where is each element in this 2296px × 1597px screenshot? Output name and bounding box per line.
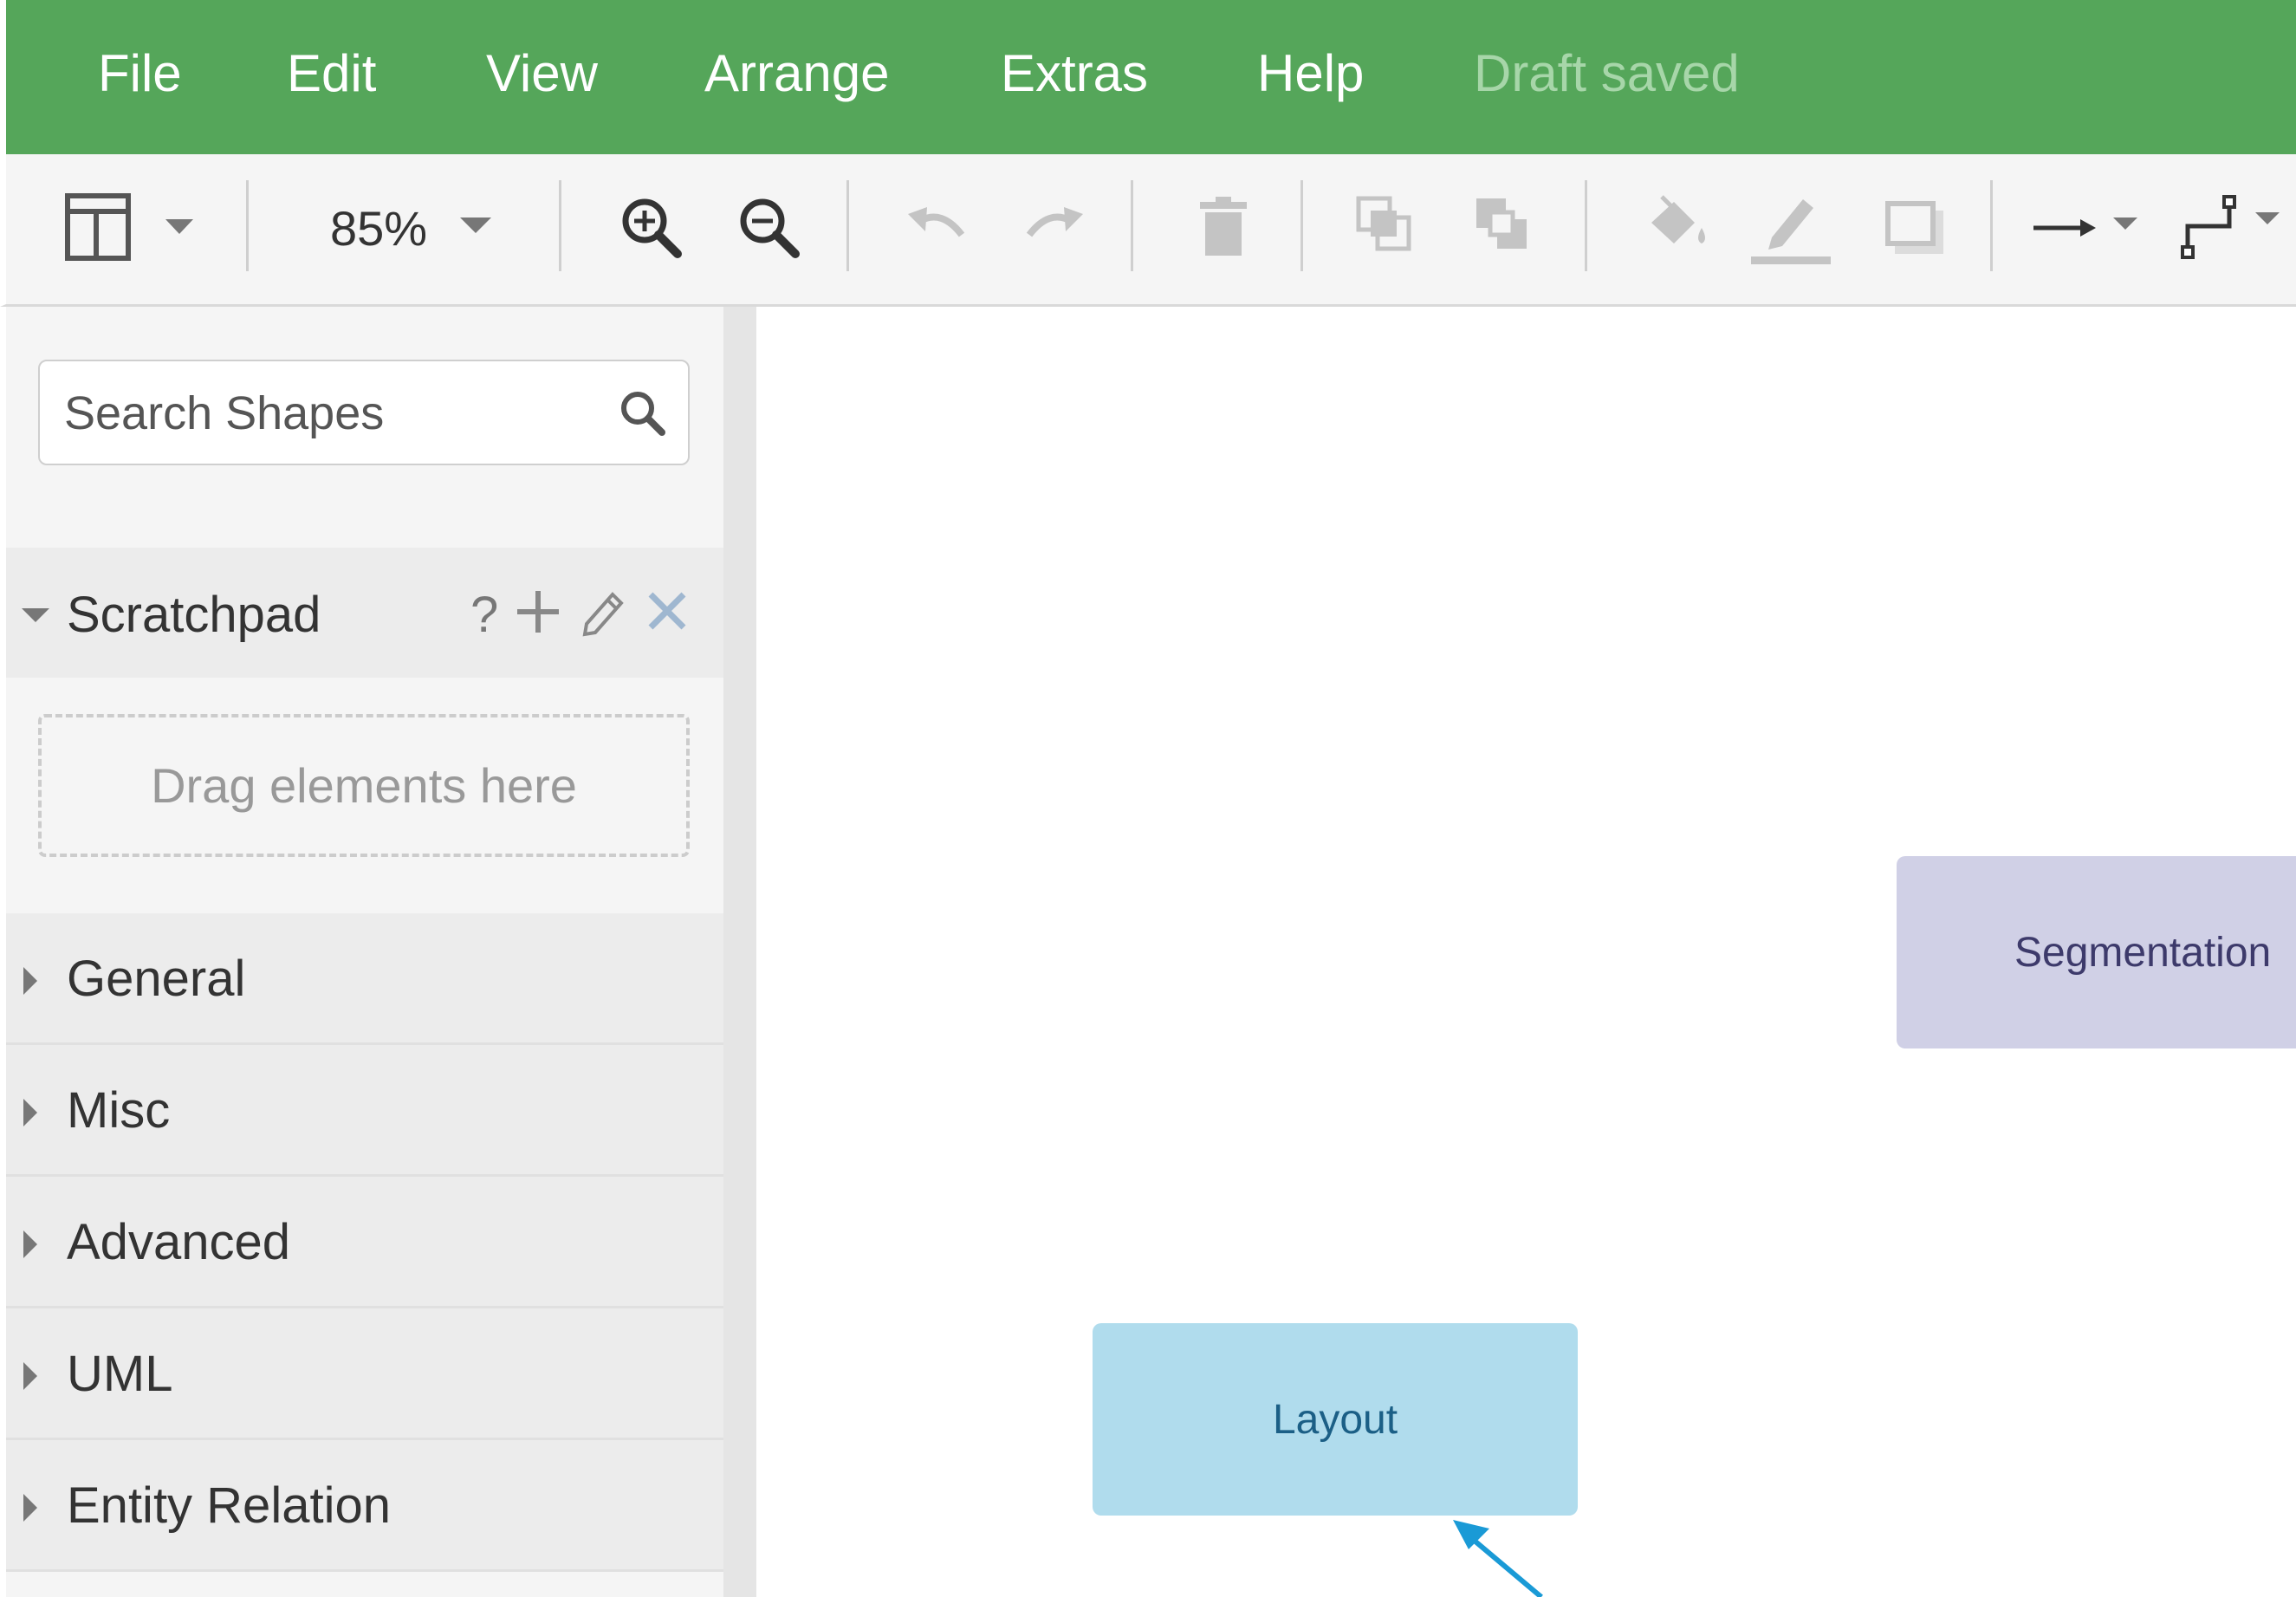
format-panel-icon [65,193,193,261]
redo-button[interactable] [1015,185,1093,271]
caret-down-icon [22,608,49,622]
zoom-value: 85% [329,200,428,256]
line-color-button[interactable] [1748,185,1834,271]
connection-style-dropdown[interactable] [2030,185,2143,271]
toolbar-separator [1585,180,1587,271]
toolbar-separator [246,180,249,271]
arrowhead-icon [1453,1520,1489,1549]
shadow-icon [1885,201,1943,254]
shapes-sidebar: Scratchpad ? Drag elements here General … [6,307,723,1597]
close-icon[interactable] [644,588,691,634]
delete-button[interactable] [1184,185,1262,271]
line-color-icon [1751,199,1831,264]
toolbar: 85% [0,154,2296,307]
scratchpad-drop-zone[interactable]: Drag elements here [38,714,690,857]
zoom-in-button[interactable] [613,185,691,271]
palette-title: General [67,951,246,1007]
toolbar-separator [1990,180,1993,271]
to-front-button[interactable] [1349,185,1427,271]
menu-arrange[interactable]: Arrange [704,43,889,103]
fill-color-button[interactable] [1635,185,1722,271]
sidebar-resize-handle[interactable] [723,307,756,1597]
scratchpad-body: Drag elements here [6,688,723,887]
connector-edge[interactable] [1469,1535,1543,1597]
shadow-button[interactable] [1872,185,1959,271]
menu-help[interactable]: Help [1257,43,1364,103]
caret-right-icon [23,1362,37,1390]
toolbar-separator [1131,180,1133,271]
search-box [38,360,690,465]
connection-icon [2033,217,2137,237]
menubar: File Edit View Arrange Extras Help Draft… [0,0,2296,154]
diagram-canvas[interactable]: Segmentation Layout [756,307,2296,1597]
to-back-icon [1476,198,1527,249]
palette-entity-relation[interactable]: Entity Relation [6,1440,723,1572]
caret-right-icon [23,967,37,995]
caret-right-icon [23,1230,37,1258]
menu-file[interactable]: File [98,43,182,103]
caret-right-icon [23,1099,37,1126]
scratchpad-help-button[interactable]: ? [470,586,498,644]
format-panel-button[interactable] [63,185,211,271]
palette-advanced[interactable]: Advanced [6,1177,723,1308]
undo-icon [908,207,965,237]
search-input[interactable] [62,382,620,445]
toolbar-separator [846,180,849,271]
chevron-down-icon [460,217,492,233]
zoom-dropdown[interactable]: 85% [318,185,517,271]
palette-uml[interactable]: UML [6,1308,723,1440]
zoom-in-icon [622,198,682,258]
add-icon[interactable] [512,586,564,638]
menu-extras[interactable]: Extras [1001,43,1148,103]
search-icon[interactable] [617,387,669,439]
delete-icon [1200,197,1247,256]
menu-view[interactable]: View [486,43,598,103]
palette-general[interactable]: General [6,913,723,1045]
to-front-icon [1356,196,1411,251]
scratchpad-title: Scratchpad [67,587,321,643]
to-back-button[interactable] [1467,185,1545,271]
menu-edit[interactable]: Edit [287,43,376,103]
toolbar-separator [1300,180,1303,271]
palette-title: Entity Relation [67,1477,391,1534]
undo-button[interactable] [898,185,976,271]
fill-color-icon [1651,195,1705,243]
waypoints-dropdown[interactable] [2177,185,2290,271]
waypoints-icon [2181,195,2280,259]
zoom-out-button[interactable] [730,185,808,271]
redo-icon [1026,207,1083,237]
scratchpad-header[interactable]: Scratchpad ? [6,548,723,678]
palette-title: UML [67,1346,173,1402]
edge-layer [1453,1520,1543,1597]
zoom-out-icon [740,198,800,258]
palette-title: Misc [67,1082,171,1139]
toolbar-separator [559,180,561,271]
palette-title: Advanced [67,1214,290,1270]
caret-right-icon [23,1494,37,1522]
save-status: Draft saved [1474,44,1740,102]
palette-misc[interactable]: Misc [6,1045,723,1177]
edit-pencil-icon[interactable] [578,586,630,638]
